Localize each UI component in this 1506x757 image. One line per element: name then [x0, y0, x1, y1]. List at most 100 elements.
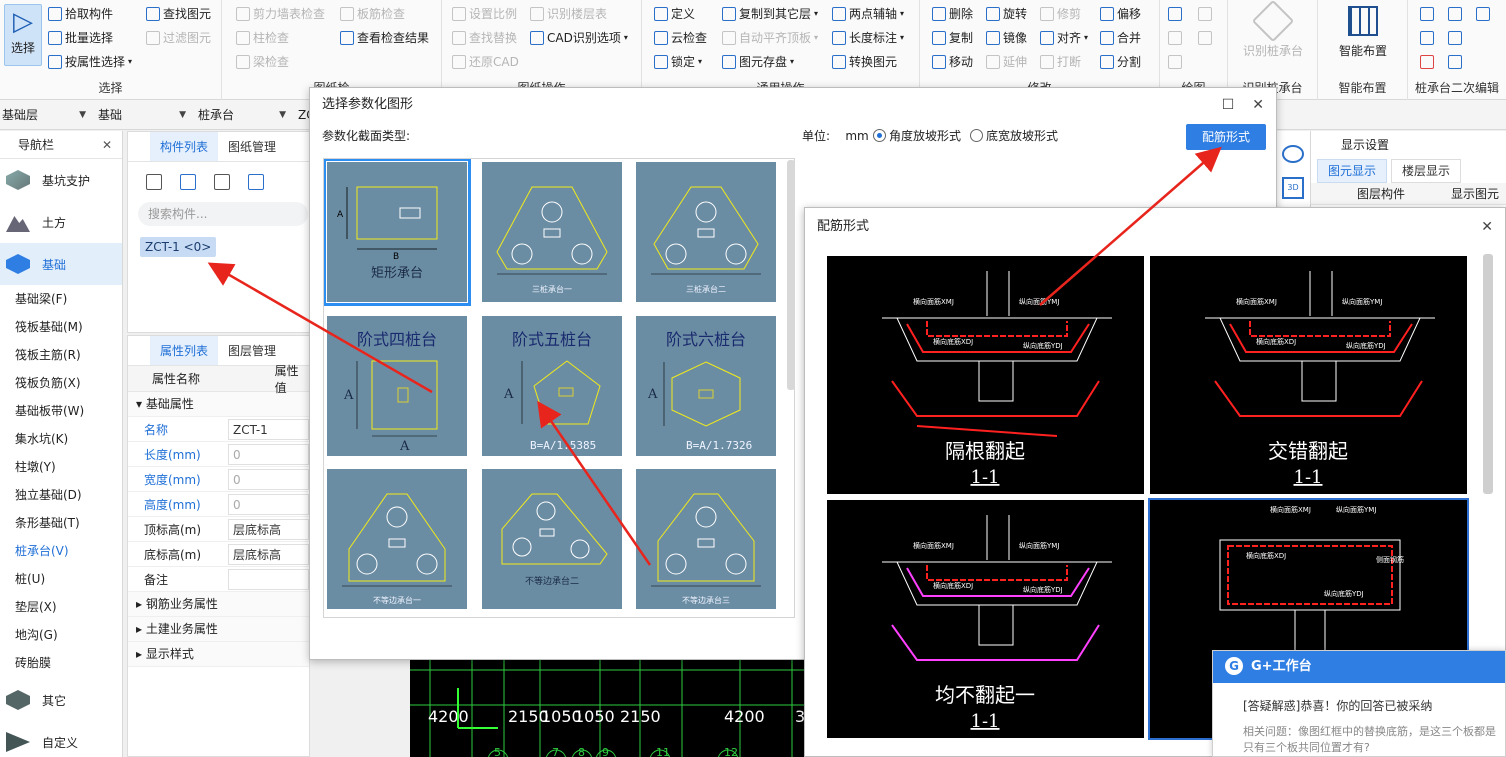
- break-button[interactable]: 打断: [1040, 52, 1081, 72]
- nav-category-foundation[interactable]: 基础: [0, 243, 122, 285]
- shape-stepped-five-pile[interactable]: 阶式五桩台 A B=A/1.5385: [482, 316, 622, 456]
- nav-sub-item[interactable]: 筏板负筋(X): [0, 369, 122, 397]
- extend-button[interactable]: 延伸: [986, 52, 1027, 72]
- tab-element-display[interactable]: 图元显示: [1317, 159, 1388, 183]
- tab-component-list[interactable]: 构件列表: [150, 132, 219, 161]
- length-dimension-button[interactable]: 长度标注 ▾: [832, 28, 904, 48]
- gplus-workbench-notification[interactable]: G G+工作台 [答疑解惑]恭喜！你的回答已被采纳 相关问题：像图红框中的替换底筋…: [1212, 650, 1506, 757]
- batch-select-button[interactable]: 批量选择: [48, 28, 113, 48]
- nav-category-custom[interactable]: 自定义: [0, 721, 122, 757]
- smart-layout-button[interactable]: 智能布置: [1322, 6, 1404, 59]
- save-element-button[interactable]: 图元存盘 ▾: [722, 52, 794, 72]
- property-value-field[interactable]: [228, 568, 309, 590]
- nav-sub-item[interactable]: 地沟(G): [0, 621, 122, 649]
- split-button[interactable]: 分割: [1100, 52, 1141, 72]
- shape-unequal-cap-3[interactable]: 不等边承台三: [636, 469, 776, 609]
- property-value-field[interactable]: 层底标高: [228, 543, 309, 565]
- nav-sub-item[interactable]: 基础板带(W): [0, 397, 122, 425]
- property-section-collapsed[interactable]: ▸ 显示样式: [128, 642, 309, 667]
- property-value-field[interactable]: 0: [228, 468, 309, 490]
- point-draw-button[interactable]: [1168, 4, 1182, 24]
- mirror-button[interactable]: 镜像: [986, 28, 1027, 48]
- shear-wall-check-button[interactable]: 剪力墙表检查: [236, 4, 325, 24]
- tab-property-list[interactable]: 属性列表: [150, 336, 219, 365]
- identify-pile-cap-button[interactable]: 识别桩承台: [1232, 0, 1314, 59]
- 3d-view-icon[interactable]: 3D: [1282, 177, 1304, 199]
- filter-element-button[interactable]: 过滤图元: [146, 28, 211, 48]
- restore-cad-button[interactable]: 还原CAD: [452, 52, 519, 72]
- auto-align-top-slab-button[interactable]: 自动平齐顶板 ▾: [722, 28, 818, 48]
- shape-grid-scrollbar[interactable]: [787, 160, 795, 390]
- property-value-field[interactable]: 0: [228, 493, 309, 515]
- close-icon[interactable]: ✕: [1252, 88, 1264, 122]
- find-element-button[interactable]: 查找图元: [146, 4, 211, 24]
- rebar-grid-scrollbar[interactable]: [1483, 254, 1493, 494]
- move-button[interactable]: 移动: [932, 52, 973, 72]
- nav-sub-item[interactable]: 垫层(X): [0, 593, 122, 621]
- close-icon[interactable]: ✕: [1481, 208, 1493, 246]
- radio-width-slope[interactable]: 底宽放坡形式: [970, 122, 1058, 150]
- drawing-canvas[interactable]: 4200 2150 1050 1050 2150 4200 3 5 7 8 9 11 12: [410, 660, 810, 757]
- beam-check-button[interactable]: 梁检查: [236, 52, 289, 72]
- nav-category-other[interactable]: 其它: [0, 679, 122, 721]
- component-item-zct1[interactable]: ZCT-1 <0>: [140, 237, 217, 257]
- lock-button[interactable]: 锁定 ▾: [654, 52, 702, 72]
- new-component-icon[interactable]: [146, 174, 162, 190]
- find-replace-button[interactable]: 查找替换: [452, 28, 517, 48]
- trim-button[interactable]: 修剪: [1040, 4, 1081, 24]
- nav-sub-item[interactable]: 独立基础(D): [0, 481, 122, 509]
- edit-tool-4[interactable]: [1420, 28, 1434, 48]
- edit-tool-5[interactable]: [1448, 28, 1462, 48]
- define-button[interactable]: 定义: [654, 4, 695, 24]
- property-value-field[interactable]: ZCT-1: [228, 418, 309, 440]
- nav-sub-item[interactable]: 筏板主筋(R): [0, 341, 122, 369]
- shape-unequal-cap-1[interactable]: 不等边承台一: [327, 469, 467, 609]
- shape-unequal-cap-2[interactable]: 不等边承台二: [482, 469, 622, 609]
- cad-identify-options-button[interactable]: CAD识别选项 ▾: [530, 28, 628, 48]
- nav-sub-item[interactable]: 基础梁(F): [0, 285, 122, 313]
- type-dropdown[interactable]: 桩承台 ▼: [196, 105, 290, 125]
- nav-category-earthwork[interactable]: 土方: [0, 201, 122, 243]
- rotate-point-button[interactable]: [1198, 4, 1212, 24]
- rebar-form-button[interactable]: 配筋形式: [1186, 124, 1266, 150]
- delete-component-icon[interactable]: [214, 174, 230, 190]
- two-point-axis-button[interactable]: 两点辅轴 ▾: [832, 4, 904, 24]
- shape-rect-cap[interactable]: A B 矩形承台: [324, 159, 471, 306]
- cloud-check-button[interactable]: 云检查: [654, 28, 707, 48]
- nav-sub-item[interactable]: 桩承台(V): [0, 537, 122, 565]
- align-button[interactable]: 对齐 ▾: [1040, 28, 1088, 48]
- edit-tool-2[interactable]: [1448, 4, 1462, 24]
- slab-rebar-check-button[interactable]: 板筋检查: [340, 4, 405, 24]
- identify-floor-table-button[interactable]: 识别楼层表: [530, 4, 607, 24]
- shape-three-pile-cap-1[interactable]: 三桩承台一: [482, 162, 622, 302]
- rotate-button[interactable]: 旋转: [986, 4, 1027, 24]
- layer-copy-icon[interactable]: [248, 174, 264, 190]
- nav-sub-item[interactable]: 条形基础(T): [0, 509, 122, 537]
- shape-stepped-four-pile[interactable]: 阶式四桩台 A A: [327, 316, 467, 456]
- shape-stepped-six-pile[interactable]: 阶式六桩台 A B=A/1.7326: [636, 316, 776, 456]
- rect-draw-button[interactable]: [1198, 28, 1212, 48]
- rebar-form-option[interactable]: 横向面筋XMJ 纵向面筋YMJ 横向底筋XDJ 纵向底筋YDJ 隔根翻起 1-1: [827, 256, 1144, 494]
- copy-component-icon[interactable]: [180, 174, 196, 190]
- column-check-button[interactable]: 柱检查: [236, 28, 289, 48]
- nav-sub-item[interactable]: 桩(U): [0, 565, 122, 593]
- delete-button[interactable]: 删除: [932, 4, 973, 24]
- edit-tool-7[interactable]: [1448, 52, 1462, 72]
- nav-sub-item[interactable]: 柱墩(Y): [0, 453, 122, 481]
- component-dropdown[interactable]: ZC: [296, 105, 315, 125]
- arc-draw-button[interactable]: [1168, 52, 1182, 72]
- close-icon[interactable]: ✕: [102, 131, 112, 159]
- property-section-basic[interactable]: ▾ 基础属性: [128, 392, 309, 417]
- select-button[interactable]: ▷ 选择: [4, 4, 42, 66]
- copy-to-other-floor-button[interactable]: 复制到其它层 ▾: [722, 4, 818, 24]
- select-by-attribute-button[interactable]: 按属性选择 ▾: [48, 52, 132, 72]
- property-value-field[interactable]: 层底标高: [228, 518, 309, 540]
- property-section-collapsed[interactable]: ▸ 钢筋业务属性: [128, 592, 309, 617]
- radio-angle-slope[interactable]: 角度放坡形式: [873, 122, 961, 150]
- convert-element-button[interactable]: 转换图元: [832, 52, 897, 72]
- property-section-collapsed[interactable]: ▸ 土建业务属性: [128, 617, 309, 642]
- set-scale-button[interactable]: 设置比例: [452, 4, 517, 24]
- floor-dropdown[interactable]: 基础层 ▼: [0, 105, 90, 125]
- nav-sub-item[interactable]: 筏板基础(M): [0, 313, 122, 341]
- edit-tool-6[interactable]: [1420, 52, 1434, 72]
